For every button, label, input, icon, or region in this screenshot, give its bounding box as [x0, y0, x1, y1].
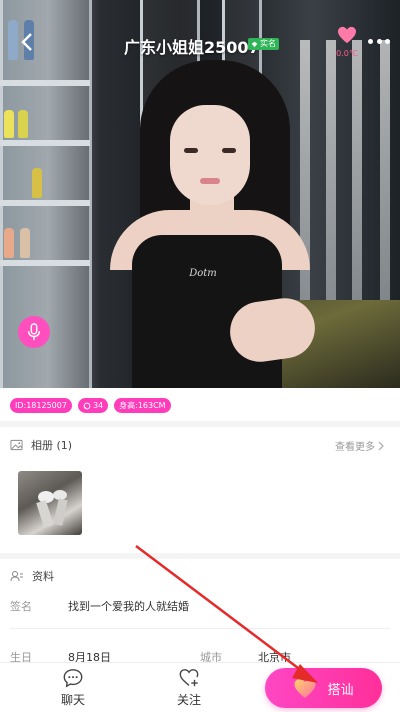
signature-value: 找到一个爱我的人就结婚: [68, 600, 189, 613]
follow-label: 关注: [176, 693, 201, 707]
message-count-text: 34: [92, 401, 104, 410]
dot-icon: [376, 38, 382, 44]
section-divider: [0, 421, 400, 427]
verified-label: 实名: [260, 39, 276, 48]
user-card-icon: [10, 571, 23, 582]
heat-indicator[interactable]: 0.0℃: [333, 26, 361, 58]
chat-button[interactable]: 聊天: [48, 667, 98, 708]
back-button[interactable]: [16, 30, 40, 54]
diamond-icon: [251, 41, 258, 47]
heart-plus-icon: [179, 669, 199, 687]
profile-photo[interactable]: Dotm: [0, 0, 400, 388]
image-icon: [10, 439, 23, 451]
verified-badge: 实名: [248, 38, 279, 50]
info-header: 资料: [10, 566, 54, 586]
profile-tags: ID:18125007 34 身高:163CM: [10, 398, 171, 413]
chevron-left-icon: [21, 33, 32, 51]
heart-icon: [338, 26, 356, 44]
album-title: 相册 (1): [31, 439, 73, 452]
follow-button[interactable]: 关注: [164, 667, 214, 708]
heat-value: 0.0℃: [336, 49, 358, 58]
id-tag-text: ID:18125007: [15, 401, 67, 410]
greet-label: 搭讪: [327, 682, 354, 698]
album-photo-thumbnail[interactable]: [18, 471, 82, 535]
page-title: 广东小姐姐25007: [124, 38, 260, 57]
message-count-tag: 34: [77, 398, 109, 413]
see-more-label: 查看更多: [335, 442, 375, 453]
chat-label: 聊天: [60, 693, 85, 707]
row-divider: [10, 628, 390, 629]
info-title: 资料: [32, 570, 54, 583]
chevron-right-icon: [378, 441, 384, 450]
section-divider: [0, 553, 400, 559]
height-tag-text: 身高:163CM: [119, 401, 166, 410]
signature-label: 签名: [10, 600, 32, 613]
more-options-button[interactable]: [368, 36, 390, 46]
dot-icon: [385, 38, 390, 44]
chat-bubble-icon: [83, 402, 91, 409]
see-more-link[interactable]: 查看更多: [335, 438, 385, 453]
id-tag: ID:18125007: [10, 398, 72, 413]
microphone-icon: [27, 323, 41, 341]
chat-bubble-icon: [63, 669, 83, 688]
voice-button[interactable]: [18, 316, 50, 348]
height-tag: 身高:163CM: [114, 398, 171, 413]
heart-icon: [294, 678, 316, 698]
album-header: 相册 (1): [10, 435, 72, 455]
greet-button[interactable]: 搭讪: [265, 668, 382, 708]
dot-icon: [368, 38, 373, 44]
